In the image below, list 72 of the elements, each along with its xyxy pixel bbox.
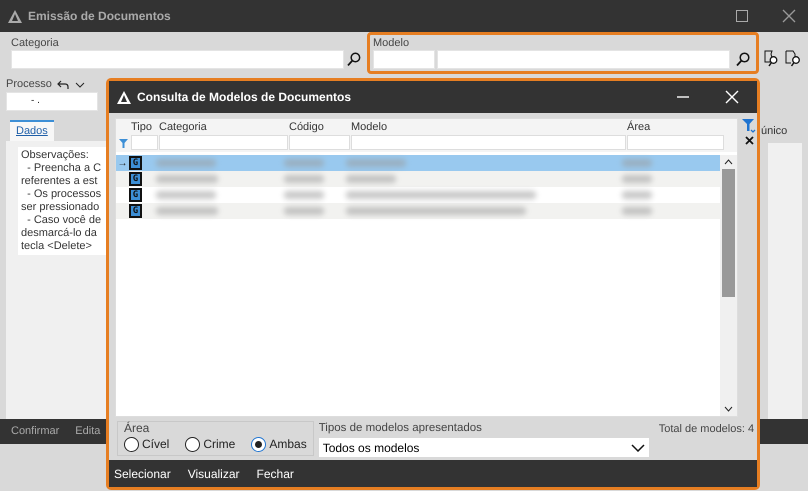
total-count: Total de modelos: 4 (658, 423, 754, 436)
toolbar-button[interactable]: Visualizar (188, 464, 240, 482)
field-label: Tipos de modelos apresentados (318, 422, 483, 435)
redacted-text (156, 191, 216, 199)
redacted-text (156, 175, 218, 183)
search-icon[interactable] (347, 52, 361, 67)
scrollbar-thumb[interactable] (722, 169, 735, 297)
type-icon: G (129, 156, 142, 170)
type-icon: G (129, 172, 142, 186)
clear-filter-icon[interactable] (744, 136, 754, 145)
filter-field[interactable] (159, 135, 288, 150)
dialog-title: Consulta de Modelos de Documentos (137, 89, 352, 106)
redacted-text (622, 191, 652, 199)
table-row[interactable]: → G (116, 155, 720, 171)
redacted-text (156, 207, 218, 215)
type-icon: G (129, 204, 142, 218)
input-field[interactable] (437, 50, 730, 69)
chevron-down-icon (630, 444, 645, 452)
column-header: Código (288, 120, 325, 134)
toolbar-button[interactable]: Edita (75, 422, 100, 440)
filter-field[interactable] (627, 135, 724, 150)
search-icon[interactable] (736, 52, 750, 67)
redacted-text (622, 175, 652, 183)
field-label: Modelo (373, 37, 410, 50)
radio-button[interactable]: Cível (124, 435, 170, 453)
document-search-icon[interactable] (763, 50, 779, 68)
redacted-text (346, 175, 396, 183)
minimize-icon[interactable] (677, 96, 689, 98)
group-label: Área (124, 422, 150, 435)
redacted-text (622, 207, 652, 215)
chevron-down-icon[interactable] (74, 82, 85, 88)
redacted-text (284, 175, 324, 183)
table-row[interactable]: G (116, 187, 720, 203)
toolbar-button[interactable]: Confirmar (11, 422, 60, 440)
redacted-text (156, 159, 216, 167)
redacted-text (284, 159, 324, 167)
window-title: Emissão de Documentos (28, 8, 171, 25)
table-row[interactable]: G (116, 171, 720, 187)
column-header: Modelo (350, 120, 388, 134)
redacted-text (284, 191, 324, 199)
field-label: único (761, 125, 788, 138)
document-search-icon[interactable] (784, 50, 800, 68)
input-field[interactable] (373, 50, 435, 69)
filter-field[interactable] (131, 135, 158, 150)
column-header: Área (626, 120, 652, 134)
redacted-text (622, 159, 652, 167)
input-field[interactable] (11, 50, 344, 69)
input-field[interactable]: - . (6, 92, 98, 111)
column-header: Tipo (130, 120, 153, 134)
toolbar-button[interactable]: Selecionar (114, 464, 171, 482)
observations-text: Observações: - Preencha a C referentes a est - Os processos ser pressionado - Caso você de desmarcá-lo da tecla <Delete> (18, 146, 106, 254)
undo-icon[interactable] (57, 80, 70, 90)
logo-icon (8, 10, 22, 22)
filter-field[interactable] (351, 135, 626, 150)
filter-field[interactable] (289, 135, 350, 150)
radio-button[interactable]: Ambas (251, 435, 307, 453)
filter-icon (119, 139, 128, 148)
logo-icon (117, 90, 131, 104)
type-icon: G (129, 188, 142, 202)
redacted-text (284, 207, 324, 215)
column-header: Categoria (158, 120, 208, 134)
maximize-icon[interactable] (736, 10, 748, 22)
redacted-text (346, 159, 406, 167)
tab[interactable]: Dados (10, 120, 54, 140)
dropdown[interactable]: Todos os modelos (318, 438, 649, 457)
toolbar-button[interactable]: Fechar (256, 464, 294, 482)
field-label: Categoria (11, 37, 60, 50)
field-label: Processo (6, 78, 52, 91)
radio-button[interactable]: Crime (185, 435, 236, 453)
current-row-arrow: → (116, 156, 128, 170)
table-row[interactable]: G (116, 203, 720, 219)
scrollbar[interactable] (720, 155, 737, 416)
